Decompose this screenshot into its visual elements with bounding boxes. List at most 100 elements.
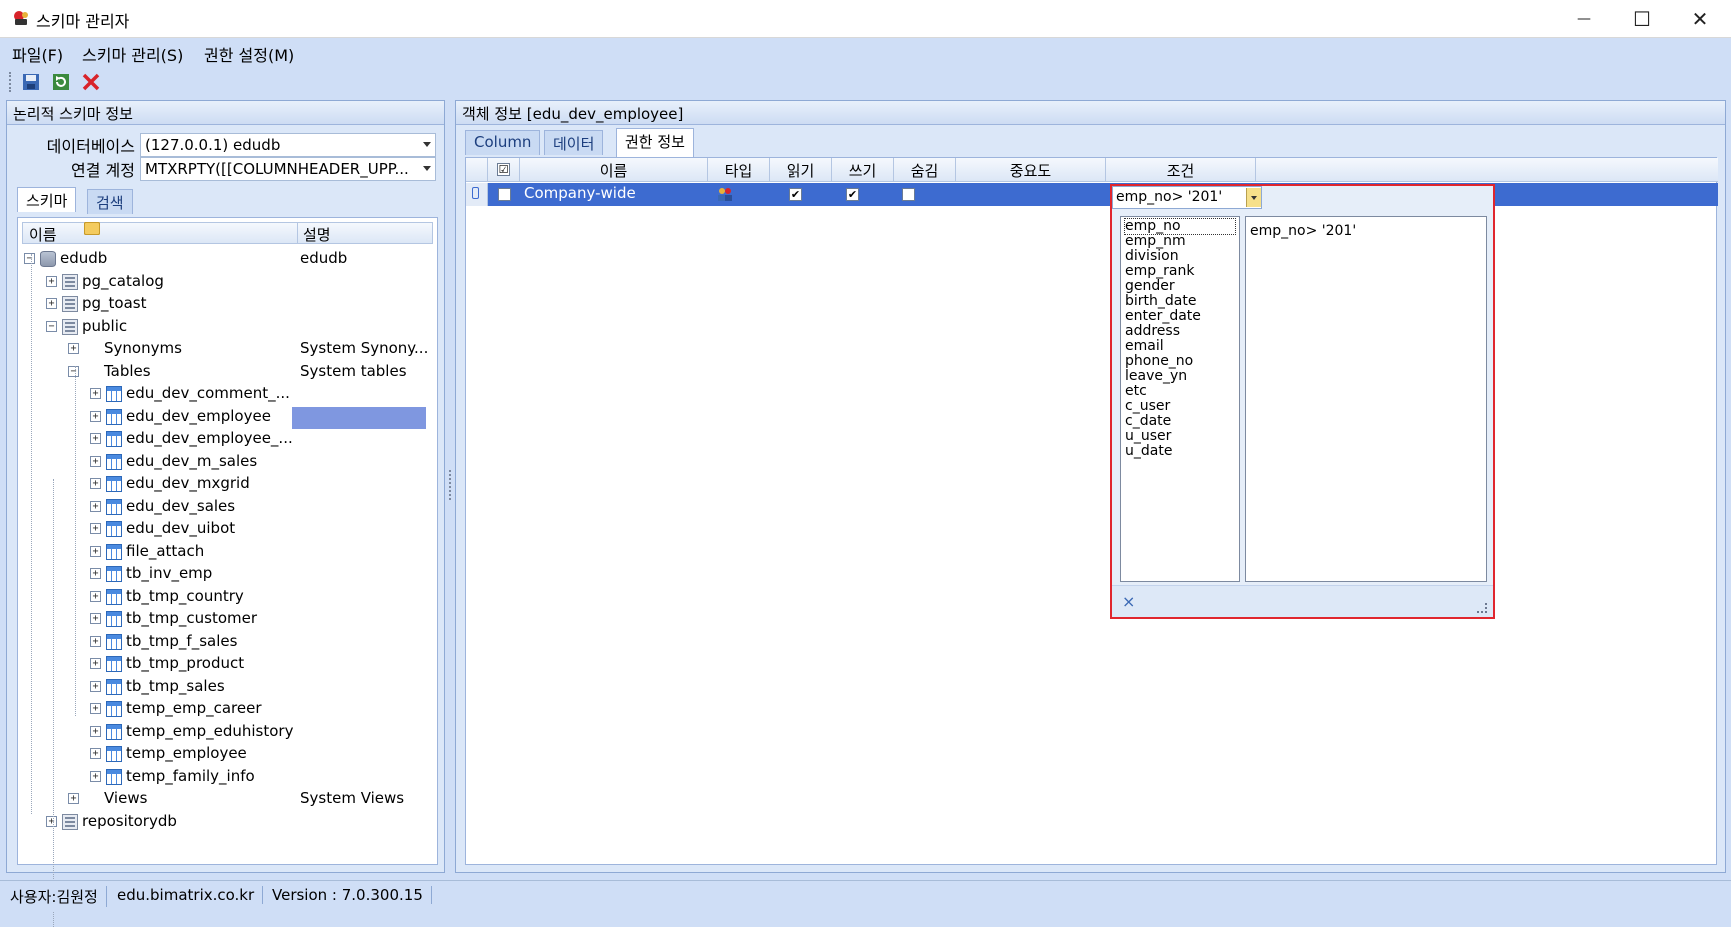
- column-list-item[interactable]: emp_nm: [1125, 234, 1235, 249]
- column-list-item[interactable]: birth_date: [1125, 294, 1235, 309]
- account-combo[interactable]: MTXRPTY([[COLUMNHEADER_UPP...: [140, 157, 436, 181]
- menu-schema[interactable]: 스키마 관리(S): [82, 42, 183, 66]
- close-button[interactable]: ✕: [1671, 0, 1729, 38]
- tab-schema[interactable]: 스키마: [17, 187, 77, 212]
- expand-icon[interactable]: +: [90, 725, 101, 737]
- tree-item-label[interactable]: repositorydb: [82, 812, 177, 834]
- hide-checkbox[interactable]: [902, 188, 915, 201]
- tree-item-label[interactable]: temp_employee: [126, 744, 247, 766]
- expand-icon[interactable]: +: [90, 658, 101, 669]
- expand-icon[interactable]: +: [90, 478, 101, 489]
- tree-item-label[interactable]: temp_emp_eduhistory: [126, 722, 293, 744]
- column-list[interactable]: emp_no emp_nm division emp_rank gender birth_…: [1120, 216, 1240, 582]
- expand-icon[interactable]: +: [90, 703, 101, 714]
- expand-icon[interactable]: +: [90, 545, 101, 557]
- maximize-button[interactable]: ☐: [1613, 0, 1671, 38]
- menu-file[interactable]: 파일(F): [12, 42, 63, 66]
- expand-icon[interactable]: +: [90, 388, 101, 399]
- tree-item-label[interactable]: edu_dev_comment_...: [126, 384, 290, 406]
- grid-header-importance[interactable]: 중요도: [956, 158, 1106, 182]
- expand-icon[interactable]: +: [90, 635, 101, 647]
- expand-icon[interactable]: +: [90, 568, 101, 579]
- expand-icon[interactable]: +: [46, 815, 57, 827]
- collapse-icon[interactable]: −: [68, 365, 79, 377]
- expand-icon[interactable]: +: [90, 523, 101, 534]
- grid-header-condition[interactable]: 조건: [1106, 158, 1256, 182]
- table-row[interactable]: Company-wide ✔ ✔: [488, 183, 1718, 206]
- tree-item-label[interactable]: Synonyms: [104, 339, 182, 361]
- row-select-checkbox[interactable]: [498, 188, 511, 201]
- tree-item-label[interactable]: pg_catalog: [82, 272, 164, 294]
- tab-data[interactable]: 데이터: [544, 130, 604, 155]
- expand-icon[interactable]: +: [90, 410, 101, 422]
- collapse-icon[interactable]: −: [46, 320, 57, 332]
- column-list-item[interactable]: enter_date: [1125, 309, 1235, 324]
- column-list-item[interactable]: emp_rank: [1125, 264, 1235, 279]
- schema-tree[interactable]: 이름 설명 − edudb edudb + pg_catalog + pg_toast − pu…: [17, 217, 438, 927]
- grid-header-check[interactable]: ☑: [488, 158, 520, 182]
- tree-item-label[interactable]: edu_dev_employee: [126, 407, 271, 429]
- tree-item-label[interactable]: file_attach: [126, 542, 204, 564]
- tree-item-label[interactable]: temp_emp_career: [126, 699, 262, 721]
- column-list-item[interactable]: u_date: [1125, 444, 1235, 459]
- tree-item-label[interactable]: edu_dev_employee_...: [126, 429, 293, 451]
- resize-grip-icon[interactable]: [1477, 603, 1487, 613]
- tree-item-label[interactable]: edu_dev_mxgrid: [126, 474, 250, 496]
- expand-icon[interactable]: +: [90, 613, 101, 624]
- condition-dropdown-button[interactable]: [1246, 188, 1261, 207]
- tree-header-desc[interactable]: 설명: [303, 224, 331, 245]
- grid-header-type[interactable]: 타입: [708, 158, 770, 182]
- read-checkbox[interactable]: ✔: [789, 188, 802, 201]
- collapse-icon[interactable]: −: [24, 253, 35, 264]
- delete-button[interactable]: [79, 70, 103, 94]
- tree-item-label[interactable]: tb_tmp_f_sales: [126, 632, 237, 654]
- column-list-item[interactable]: phone_no: [1125, 354, 1235, 369]
- menu-permission[interactable]: 권한 설정(M): [204, 42, 294, 66]
- expand-icon[interactable]: +: [90, 770, 101, 782]
- tab-permission[interactable]: 권한 정보: [616, 128, 694, 157]
- expand-icon[interactable]: +: [90, 455, 101, 467]
- tree-item-label[interactable]: Tables: [104, 362, 151, 384]
- expand-icon[interactable]: +: [46, 298, 57, 309]
- expand-icon[interactable]: +: [90, 433, 101, 444]
- tree-item-label[interactable]: tb_tmp_customer: [126, 609, 257, 631]
- tree-header-name[interactable]: 이름: [29, 224, 57, 245]
- condition-input[interactable]: emp_no> '201': [1112, 186, 1262, 209]
- tree-item-label[interactable]: tb_tmp_product: [126, 654, 244, 676]
- tree-item-label[interactable]: edu_dev_uibot: [126, 519, 235, 541]
- tab-column[interactable]: Column: [465, 130, 541, 155]
- expand-icon[interactable]: +: [90, 748, 101, 759]
- grid-header-hide[interactable]: 숨김: [894, 158, 956, 182]
- expand-icon[interactable]: +: [90, 590, 101, 602]
- column-list-item[interactable]: email: [1125, 339, 1235, 354]
- database-combo[interactable]: (127.0.0.1) edudb: [140, 133, 436, 157]
- tree-item-label[interactable]: temp_family_info: [126, 767, 255, 789]
- tree-item-label[interactable]: pg_toast: [82, 294, 147, 316]
- column-list-item[interactable]: c_date: [1125, 414, 1235, 429]
- grid-header-name[interactable]: 이름: [520, 158, 708, 182]
- tree-item-label[interactable]: tb_tmp_sales: [126, 677, 225, 699]
- column-list-item[interactable]: leave_yn: [1125, 369, 1235, 384]
- column-list-item[interactable]: etc: [1125, 384, 1235, 399]
- grid-header-write[interactable]: 쓰기: [832, 158, 894, 182]
- column-list-item[interactable]: address: [1125, 324, 1235, 339]
- grid-header-read[interactable]: 읽기: [770, 158, 832, 182]
- column-list-item[interactable]: gender: [1125, 279, 1235, 294]
- tree-item-label[interactable]: edu_dev_m_sales: [126, 452, 257, 474]
- minimize-button[interactable]: —: [1555, 0, 1613, 38]
- tree-item-label[interactable]: tb_inv_emp: [126, 564, 212, 586]
- expand-icon[interactable]: +: [68, 343, 79, 354]
- expand-icon[interactable]: +: [68, 793, 79, 804]
- tree-item-label[interactable]: tb_tmp_country: [126, 587, 244, 609]
- write-checkbox[interactable]: ✔: [846, 188, 859, 201]
- save-button[interactable]: [19, 70, 43, 94]
- close-icon[interactable]: ×: [1122, 592, 1135, 611]
- column-list-item[interactable]: c_user: [1125, 399, 1235, 414]
- tree-item-label[interactable]: Views: [104, 789, 147, 811]
- refresh-button[interactable]: [49, 70, 73, 94]
- tab-search[interactable]: 검색: [87, 189, 133, 214]
- tree-item-label[interactable]: edudb: [60, 249, 107, 271]
- column-list-item[interactable]: division: [1125, 249, 1235, 264]
- tree-item-label[interactable]: edu_dev_sales: [126, 497, 235, 519]
- column-list-item[interactable]: emp_no: [1124, 218, 1236, 235]
